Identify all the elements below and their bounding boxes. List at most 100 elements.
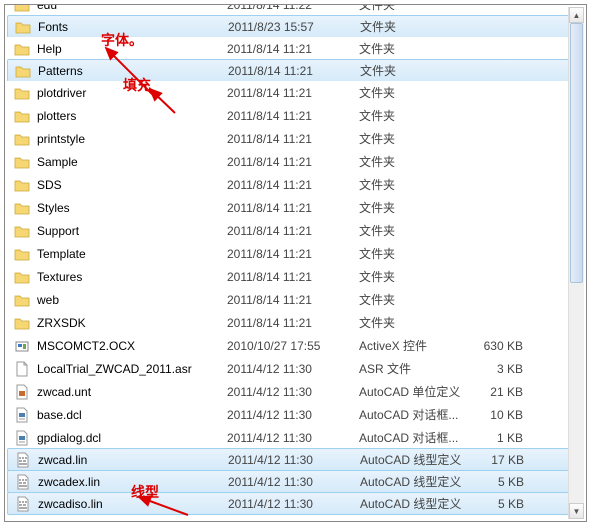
file-type: 文件夹 xyxy=(359,107,475,124)
folder-icon xyxy=(13,270,31,284)
file-type: 文件夹 xyxy=(359,245,475,262)
folder-icon xyxy=(13,132,31,146)
folder-icon xyxy=(13,224,31,238)
list-item[interactable]: zwcadex.lin2011/4/12 11:30AutoCAD 线型定义5 … xyxy=(7,470,584,493)
file-type: 文件夹 xyxy=(360,62,476,79)
file-type: 文件夹 xyxy=(359,291,475,308)
file-type: AutoCAD 对话框... xyxy=(359,406,475,423)
folder-icon xyxy=(13,155,31,169)
file-type: ASR 文件 xyxy=(359,360,475,377)
file-size: 3 KB xyxy=(475,362,533,376)
list-item[interactable]: printstyle2011/8/14 11:21文件夹 xyxy=(7,127,584,150)
file-date: 2011/8/14 11:21 xyxy=(227,109,359,123)
file-name: MSCOMCT2.OCX xyxy=(31,339,227,353)
list-item[interactable]: plotters2011/8/14 11:21文件夹 xyxy=(7,104,584,127)
file-size: 17 KB xyxy=(476,453,534,467)
explorer-pane: edu2011/8/14 11:22文件夹Fonts2011/8/23 15:5… xyxy=(4,4,587,522)
file-name: Fonts xyxy=(32,20,228,34)
list-item[interactable]: web2011/8/14 11:21文件夹 xyxy=(7,288,584,311)
scroll-track[interactable] xyxy=(569,23,584,503)
file-date: 2011/8/14 11:21 xyxy=(227,201,359,215)
list-item[interactable]: Help2011/8/14 11:21文件夹 xyxy=(7,37,584,60)
list-item[interactable]: Fonts2011/8/23 15:57文件夹 xyxy=(7,15,584,38)
file-date: 2011/8/14 11:21 xyxy=(227,178,359,192)
file-type: 文件夹 xyxy=(359,40,475,57)
list-item[interactable]: Sample2011/8/14 11:21文件夹 xyxy=(7,150,584,173)
file-type: 文件夹 xyxy=(359,130,475,147)
list-item[interactable]: Support2011/8/14 11:21文件夹 xyxy=(7,219,584,242)
file-date: 2010/10/27 17:55 xyxy=(227,339,359,353)
file-date: 2011/8/14 11:21 xyxy=(227,270,359,284)
file-name: LocalTrial_ZWCAD_2011.asr xyxy=(31,362,227,376)
file-date: 2011/8/14 11:21 xyxy=(227,224,359,238)
file-name: base.dcl xyxy=(31,408,227,422)
file-name: Textures xyxy=(31,270,227,284)
file-date: 2011/8/14 11:21 xyxy=(227,293,359,307)
file-icon xyxy=(13,384,31,400)
file-type: AutoCAD 线型定义 xyxy=(360,473,476,490)
file-type: AutoCAD 线型定义 xyxy=(360,451,476,468)
file-type: ActiveX 控件 xyxy=(359,337,475,354)
scroll-down-button[interactable]: ▼ xyxy=(569,503,584,519)
file-date: 2011/4/12 11:30 xyxy=(228,497,360,511)
file-list[interactable]: edu2011/8/14 11:22文件夹Fonts2011/8/23 15:5… xyxy=(7,4,584,515)
list-item[interactable]: zwcad.unt2011/4/12 11:30AutoCAD 单位定义21 K… xyxy=(7,380,584,403)
file-date: 2011/4/12 11:30 xyxy=(227,362,359,376)
list-item[interactable]: Template2011/8/14 11:21文件夹 xyxy=(7,242,584,265)
list-item[interactable]: zwcad.lin2011/4/12 11:30AutoCAD 线型定义17 K… xyxy=(7,448,584,471)
file-date: 2011/4/12 11:30 xyxy=(227,385,359,399)
file-type: 文件夹 xyxy=(359,176,475,193)
folder-icon xyxy=(13,178,31,192)
file-size: 10 KB xyxy=(475,408,533,422)
list-item[interactable]: base.dcl2011/4/12 11:30AutoCAD 对话框...10 … xyxy=(7,403,584,426)
file-date: 2011/8/14 11:21 xyxy=(227,155,359,169)
file-date: 2011/8/14 11:22 xyxy=(227,4,359,12)
file-name: plotdriver xyxy=(31,86,227,100)
list-item[interactable]: MSCOMCT2.OCX2010/10/27 17:55ActiveX 控件63… xyxy=(7,334,584,357)
file-icon xyxy=(13,361,31,377)
file-name: SDS xyxy=(31,178,227,192)
file-size: 1 KB xyxy=(475,431,533,445)
list-item[interactable]: gpdialog.dcl2011/4/12 11:30AutoCAD 对话框..… xyxy=(7,426,584,449)
file-icon xyxy=(13,338,31,354)
file-date: 2011/4/12 11:30 xyxy=(227,431,359,445)
file-icon xyxy=(13,407,31,423)
file-type: AutoCAD 线型定义 xyxy=(360,495,476,512)
scroll-up-button[interactable]: ▲ xyxy=(569,7,584,23)
file-icon xyxy=(14,474,32,490)
list-item[interactable]: plotdriver2011/8/14 11:21文件夹 xyxy=(7,81,584,104)
file-type: 文件夹 xyxy=(360,18,476,35)
list-item[interactable]: Patterns2011/8/14 11:21文件夹 xyxy=(7,59,584,82)
folder-icon xyxy=(14,64,32,78)
file-name: Styles xyxy=(31,201,227,215)
file-name: printstyle xyxy=(31,132,227,146)
file-name: zwcad.unt xyxy=(31,385,227,399)
folder-icon xyxy=(13,316,31,330)
file-date: 2011/8/14 11:21 xyxy=(227,316,359,330)
file-type: 文件夹 xyxy=(359,314,475,331)
list-item[interactable]: SDS2011/8/14 11:21文件夹 xyxy=(7,173,584,196)
file-date: 2011/8/14 11:21 xyxy=(227,247,359,261)
folder-icon xyxy=(13,201,31,215)
folder-icon xyxy=(13,4,31,12)
list-item[interactable]: Styles2011/8/14 11:21文件夹 xyxy=(7,196,584,219)
list-item[interactable]: ZRXSDK2011/8/14 11:21文件夹 xyxy=(7,311,584,334)
file-type: 文件夹 xyxy=(359,268,475,285)
file-name: zwcad.lin xyxy=(32,453,228,467)
file-name: zwcadiso.lin xyxy=(32,497,228,511)
file-icon xyxy=(14,452,32,468)
file-size: 5 KB xyxy=(476,475,534,489)
vertical-scrollbar[interactable]: ▲ ▼ xyxy=(568,7,584,519)
list-item[interactable]: zwcadiso.lin2011/4/12 11:30AutoCAD 线型定义5… xyxy=(7,492,584,515)
list-item[interactable]: LocalTrial_ZWCAD_2011.asr2011/4/12 11:30… xyxy=(7,357,584,380)
folder-icon xyxy=(13,247,31,261)
file-name: Template xyxy=(31,247,227,261)
scroll-thumb[interactable] xyxy=(570,23,583,283)
file-name: plotters xyxy=(31,109,227,123)
file-type: 文件夹 xyxy=(359,84,475,101)
file-date: 2011/8/14 11:21 xyxy=(228,64,360,78)
file-size: 21 KB xyxy=(475,385,533,399)
file-name: gpdialog.dcl xyxy=(31,431,227,445)
list-item[interactable]: Textures2011/8/14 11:21文件夹 xyxy=(7,265,584,288)
folder-icon xyxy=(13,293,31,307)
